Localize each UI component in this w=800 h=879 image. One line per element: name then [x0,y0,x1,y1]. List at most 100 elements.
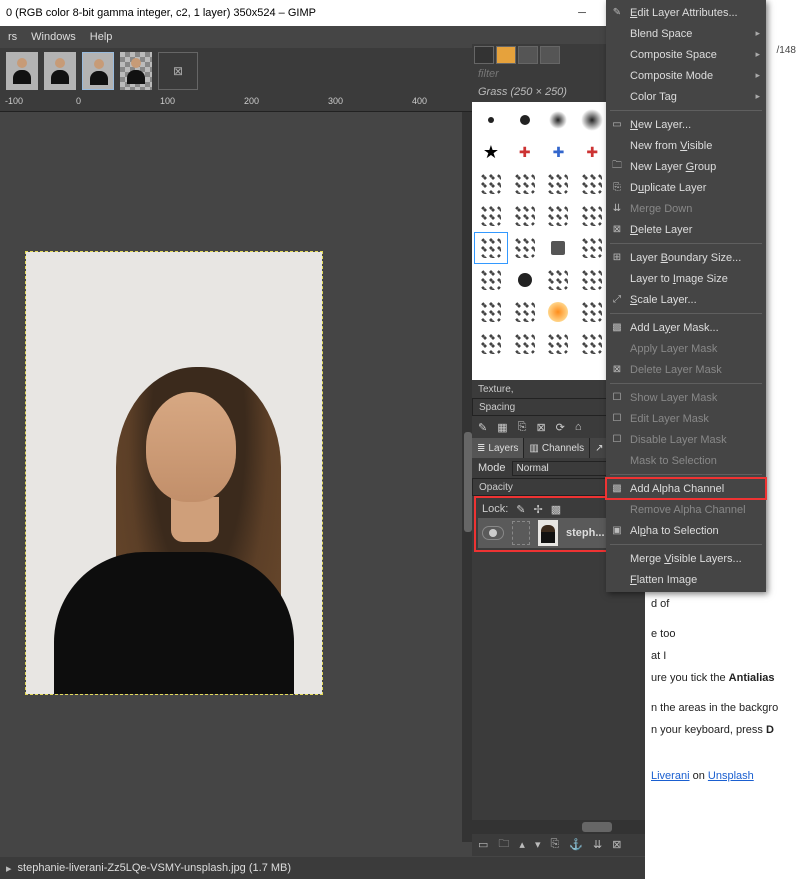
brush-item[interactable] [543,233,575,263]
brush-item[interactable] [576,233,608,263]
open-brush-icon[interactable]: ⌂ [575,421,582,433]
brush-item[interactable] [543,201,575,231]
menu-merge-visible-layers[interactable]: Merge Visible Layers... [606,548,766,569]
liverani-link[interactable]: Liverani [651,770,690,782]
brush-item[interactable] [509,265,541,295]
brush-item[interactable] [475,297,507,327]
menu-duplicate-layer[interactable]: ⎘Duplicate Layer [606,177,766,198]
link-toggle[interactable] [512,521,530,545]
menu-show-layer-mask: ☐Show Layer Mask [606,387,766,408]
image-tab[interactable] [120,52,152,90]
menu-color-tag[interactable]: Color Tag▸ [606,86,766,107]
brush-item-selected[interactable] [475,233,507,263]
lock-pixels-icon[interactable]: ✎ [516,503,525,516]
new-brush-icon[interactable]: ▦ [497,421,507,434]
brush-item[interactable] [576,201,608,231]
image-canvas[interactable] [26,252,322,694]
visibility-toggle[interactable] [482,526,504,540]
brush-item[interactable] [509,329,541,359]
menu-item-windows[interactable]: Windows [31,31,76,43]
menu-delete-layer[interactable]: ⊠Delete Layer [606,219,766,240]
lower-layer-icon[interactable]: ▾ [535,838,541,851]
brush-item[interactable] [509,169,541,199]
brush-item[interactable] [576,105,608,135]
brush-item[interactable] [576,169,608,199]
menu-add-layer-mask[interactable]: ▩Add Layer Mask... [606,317,766,338]
brush-item[interactable]: ✚ [576,137,608,167]
refresh-brush-icon[interactable]: ⟳ [556,421,565,434]
raise-layer-icon[interactable]: ▴ [519,838,525,851]
menu-blend-space[interactable]: Blend Space▸ [606,23,766,44]
layer-name[interactable]: steph... [566,527,605,539]
new-layer-icon[interactable]: ▭ [478,838,488,851]
menu-disable-layer-mask: ☐Disable Layer Mask [606,429,766,450]
unsplash-link[interactable]: Unsplash [708,770,754,782]
lock-position-icon[interactable]: ✢ [534,503,543,516]
brush-item[interactable]: ★ [475,137,507,167]
brush-item[interactable] [543,297,575,327]
menu-layer-boundary-size[interactable]: ⊞Layer Boundary Size... [606,247,766,268]
collapse-icon[interactable]: ▸ [6,862,12,875]
canvas-area[interactable] [0,112,472,857]
channels-tab[interactable]: ▥Channels [524,438,590,458]
mode-label: Mode [478,462,506,474]
brush-item[interactable] [543,169,575,199]
menu-composite-mode[interactable]: Composite Mode▸ [606,65,766,86]
brush-item[interactable] [543,265,575,295]
menu-merge-down: ⇊Merge Down [606,198,766,219]
brush-item[interactable] [509,233,541,263]
layer-group-icon[interactable]: 🗀 [498,835,509,854]
dock-tab[interactable] [518,46,538,64]
menu-item-help[interactable]: Help [90,31,113,43]
brush-item[interactable] [475,329,507,359]
menu-scale-layer[interactable]: ⤢Scale Layer... [606,289,766,310]
menu-edit-layer-attributes[interactable]: ✎Edit Layer Attributes... [606,2,766,23]
brush-item[interactable] [543,329,575,359]
dock-tab[interactable] [496,46,516,64]
duplicate-layer-icon[interactable]: ⎘ [550,838,559,851]
menu-new-layer[interactable]: ▭New Layer... [606,114,766,135]
menu-delete-layer-mask: ⊠Delete Layer Mask [606,359,766,380]
anchor-layer-icon[interactable]: ⚓ [569,838,583,851]
brush-item[interactable]: ✚ [509,137,541,167]
brush-item[interactable] [576,329,608,359]
menu-composite-space[interactable]: Composite Space▸ [606,44,766,65]
brush-item[interactable] [509,105,541,135]
brush-item[interactable] [475,169,507,199]
brush-item[interactable] [475,201,507,231]
delete-brush-icon[interactable]: ⊠ [536,421,545,434]
layers-tab[interactable]: ≣Layers [472,438,524,458]
window-title: 0 (RGB color 8-bit gamma integer, c2, 1 … [6,7,316,19]
delete-layer-icon[interactable]: ⊠ [612,838,621,851]
brush-item[interactable] [543,105,575,135]
duplicate-brush-icon[interactable]: ⎘ [518,421,527,434]
brush-item[interactable] [475,105,507,135]
lock-alpha-icon[interactable]: ▩ [551,503,561,516]
menu-alpha-to-selection[interactable]: ▣Alpha to Selection [606,520,766,541]
menu-item[interactable]: rs [8,31,17,43]
menu-new-from-visible[interactable]: New from Visible [606,135,766,156]
menu-new-layer-group[interactable]: 🗀New Layer Group [606,156,766,177]
image-tab[interactable] [44,52,76,90]
image-tab-active[interactable] [82,52,114,90]
close-tab-button[interactable]: ⊠ [158,52,198,90]
menu-apply-layer-mask: Apply Layer Mask [606,338,766,359]
brush-item[interactable] [576,297,608,327]
status-filename: stephanie-liverani-Zz5LQe-VSMY-unsplash.… [18,862,292,874]
minimize-button[interactable]: ─ [563,0,601,26]
menu-flatten-image[interactable]: Flatten Image [606,569,766,590]
dock-scroll[interactable] [472,820,645,834]
dock-tab[interactable] [474,46,494,64]
menu-add-alpha-channel[interactable]: ▩Add Alpha Channel [606,478,766,499]
merge-layer-icon[interactable]: ⇊ [593,838,602,851]
brush-item[interactable] [576,265,608,295]
layer-thumbnail[interactable] [538,520,558,546]
edit-brush-icon[interactable]: ✎ [478,421,487,434]
brush-item[interactable] [475,265,507,295]
dock-tab[interactable] [540,46,560,64]
brush-item[interactable] [509,201,541,231]
menu-layer-to-image-size[interactable]: Layer to Image Size [606,268,766,289]
image-tab[interactable] [6,52,38,90]
brush-item[interactable] [509,297,541,327]
brush-item[interactable]: ✚ [543,137,575,167]
